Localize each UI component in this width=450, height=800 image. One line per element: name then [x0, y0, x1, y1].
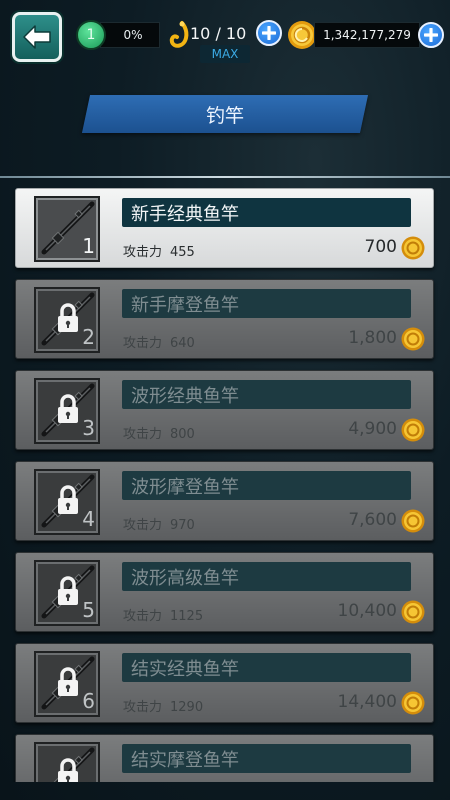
lock-icon — [58, 758, 78, 782]
rod-item[interactable]: 3 波形经典鱼竿 攻击力 800 4,900 — [15, 370, 434, 450]
rod-thumbnail: 7 — [34, 742, 100, 782]
page-title: 钓竿 — [205, 104, 244, 127]
bait-count: 10 / 10 — [190, 24, 247, 43]
attack-label: 攻击力 — [123, 336, 163, 351]
add-bait-button[interactable] — [256, 20, 282, 46]
divider — [0, 176, 450, 178]
xp-progress: 0% — [100, 22, 160, 48]
rod-name: 波形经典鱼竿 — [122, 380, 411, 409]
add-coins-button[interactable] — [418, 22, 444, 48]
rod-price: 1,800 — [348, 328, 397, 348]
top-bar: 1 0% 10 / 10 MAX 1,342,177,279 — [0, 0, 450, 70]
rod-list: 1 新手经典鱼竿 攻击力 455 700 2 新手摩登鱼竿 攻击力 640 1,… — [0, 188, 450, 782]
attack-value: 970 — [170, 518, 195, 533]
rod-item[interactable]: 4 波形摩登鱼竿 攻击力 970 7,600 — [15, 461, 434, 541]
rod-name: 波形摩登鱼竿 — [122, 471, 411, 500]
bait-max-label: MAX — [200, 45, 250, 63]
coin-icon — [401, 691, 425, 715]
lock-icon — [58, 485, 78, 514]
coin-icon — [401, 600, 425, 624]
rod-price: 14,400 — [337, 692, 397, 712]
back-button[interactable] — [12, 12, 62, 62]
attack-value: 455 — [170, 245, 195, 260]
lock-icon — [58, 303, 78, 332]
attack-label: 攻击力 — [123, 518, 163, 533]
rod-index: 7 — [82, 780, 95, 782]
bait-hook-icon — [169, 21, 189, 48]
rod-price: 700 — [364, 237, 397, 257]
rod-price: 10,400 — [337, 601, 397, 621]
attack-label: 攻击力 — [123, 245, 163, 260]
coin-icon — [401, 236, 425, 260]
attack-label: 攻击力 — [123, 700, 163, 715]
lock-icon — [58, 394, 78, 423]
rod-attack: 攻击力 455 — [123, 241, 195, 260]
coin-icon — [401, 509, 425, 533]
rod-name: 新手经典鱼竿 — [122, 198, 411, 227]
rod-price: 4,900 — [348, 419, 397, 439]
rod-name: 结实摩登鱼竿 — [122, 744, 411, 773]
rod-thumbnail: 4 — [34, 469, 100, 535]
plus-icon — [424, 28, 438, 42]
rod-item[interactable]: 5 波形高级鱼竿 攻击力 1125 10,400 — [15, 552, 434, 632]
rod-attack: 攻击力 800 — [123, 423, 195, 442]
coin-icon — [401, 327, 425, 351]
back-arrow-icon — [23, 25, 51, 49]
rod-thumbnail: 5 — [34, 560, 100, 626]
rod-attack: 攻击力 970 — [123, 514, 195, 533]
attack-label: 攻击力 — [123, 427, 163, 442]
rod-price: 7,600 — [348, 510, 397, 530]
rod-attack: 攻击力 1290 — [123, 696, 203, 715]
coin-icon — [288, 21, 316, 49]
rod-index: 3 — [82, 416, 95, 440]
attack-label: 攻击力 — [123, 609, 163, 624]
rod-index: 4 — [82, 507, 95, 531]
rod-index: 5 — [82, 598, 95, 622]
attack-value: 640 — [170, 336, 195, 351]
rod-attack: 攻击力 640 — [123, 332, 195, 351]
rod-name: 结实经典鱼竿 — [122, 653, 411, 682]
attack-value: 800 — [170, 427, 195, 442]
rod-item[interactable]: 6 结实经典鱼竿 攻击力 1290 14,400 — [15, 643, 434, 723]
rod-name: 新手摩登鱼竿 — [122, 289, 411, 318]
rod-name: 波形高级鱼竿 — [122, 562, 411, 591]
coin-icon — [401, 418, 425, 442]
rod-item[interactable]: 7 结实摩登鱼竿 攻击力 — [15, 734, 434, 782]
level-badge: 1 — [76, 20, 106, 50]
attack-value: 1125 — [170, 609, 204, 624]
rod-item[interactable]: 2 新手摩登鱼竿 攻击力 640 1,800 — [15, 279, 434, 359]
lock-icon — [58, 667, 78, 696]
rod-attack: 攻击力 1125 — [123, 605, 203, 624]
rod-index: 2 — [82, 325, 95, 349]
coin-balance: 1,342,177,279 — [314, 22, 420, 48]
rod-thumbnail: 2 — [34, 287, 100, 353]
rod-thumbnail: 1 — [34, 196, 100, 262]
rod-thumbnail: 6 — [34, 651, 100, 717]
lock-icon — [58, 576, 78, 605]
rod-index: 1 — [82, 234, 95, 258]
rod-thumbnail: 3 — [34, 378, 100, 444]
plus-icon — [262, 26, 276, 40]
rod-index: 6 — [82, 689, 95, 713]
attack-value: 1290 — [170, 700, 204, 715]
rod-item[interactable]: 1 新手经典鱼竿 攻击力 455 700 — [15, 188, 434, 268]
